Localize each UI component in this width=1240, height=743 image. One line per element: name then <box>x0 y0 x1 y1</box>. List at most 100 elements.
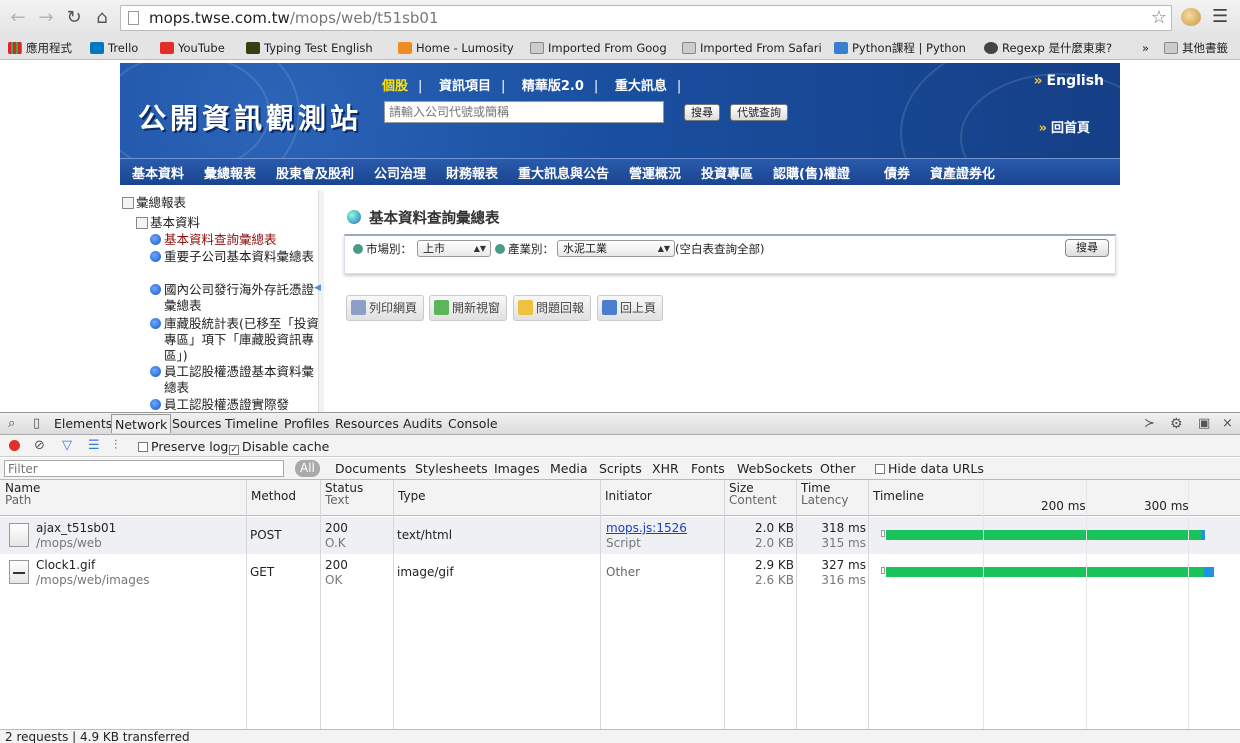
type-filter-media[interactable]: Media <box>550 461 588 476</box>
bookmarks-overflow[interactable]: » <box>1142 39 1149 57</box>
filter-icon[interactable]: ▽ <box>62 438 72 453</box>
top-link-info[interactable]: 資訊項目 <box>439 79 491 94</box>
collapse-arrow-icon[interactable]: ◀ <box>314 283 321 293</box>
column-type[interactable]: Type <box>398 490 426 502</box>
tab-resources[interactable]: Resources <box>335 416 399 431</box>
list-view-icon[interactable]: ☰ <box>88 438 100 453</box>
table-row[interactable]: ajax_t51sb01/mops/web POST 200 O.K text/h… <box>0 517 1240 554</box>
record-icon[interactable] <box>9 440 20 451</box>
column-name[interactable]: Name Path <box>5 482 40 506</box>
clear-icon[interactable]: ⊘ <box>34 438 45 453</box>
column-divider[interactable] <box>868 480 869 729</box>
column-status[interactable]: Status Text <box>325 482 363 506</box>
column-divider[interactable] <box>246 480 247 729</box>
tree-group[interactable]: 基本資料 <box>136 212 200 231</box>
code-lookup-button[interactable]: 代號查詢 <box>730 104 788 121</box>
device-icon[interactable]: ▯ <box>33 416 40 431</box>
type-filter-fonts[interactable]: Fonts <box>691 461 725 476</box>
type-filter-all[interactable]: All <box>295 460 320 477</box>
home-link[interactable]: » 回首頁 <box>1039 117 1090 136</box>
magnifier-icon[interactable]: ⌕ <box>8 416 15 431</box>
tab-console[interactable]: Console <box>448 416 498 431</box>
menu-item-basic[interactable]: 基本資料 <box>132 163 184 182</box>
tab-network[interactable]: Network <box>111 414 172 433</box>
english-link[interactable]: » English <box>1034 73 1105 89</box>
close-icon[interactable]: × <box>1222 416 1233 431</box>
column-divider[interactable] <box>393 480 394 729</box>
search-button[interactable]: 搜尋 <box>684 104 720 121</box>
tree-item[interactable]: 員工認股權憑證實際發 <box>150 397 320 412</box>
site-logo[interactable]: 公開資訊觀測站 <box>138 97 362 137</box>
bookmark-imported-safari[interactable]: Imported From Safari <box>682 39 822 57</box>
tab-sources[interactable]: Sources <box>172 416 221 431</box>
disable-cache-checkbox[interactable]: ✓ Disable cache <box>229 439 329 455</box>
dock-icon[interactable]: ▣ <box>1198 416 1210 431</box>
back-button[interactable]: 回上頁 <box>597 295 664 321</box>
menu-item-summary[interactable]: 彙總報表 <box>204 163 256 182</box>
type-filter-documents[interactable]: Documents <box>335 461 406 476</box>
filter-input[interactable] <box>4 460 284 477</box>
bookmark-youtube[interactable]: YouTube <box>160 39 225 57</box>
home-icon[interactable]: ⌂ <box>90 6 114 30</box>
column-size[interactable]: Size Content <box>729 482 777 506</box>
tree-item[interactable]: 重要子公司基本資料彙總表 <box>150 249 320 265</box>
tree-item[interactable]: 基本資料查詢彙總表 <box>150 232 320 248</box>
menu-item-announcements[interactable]: 重大訊息與公告 <box>518 163 609 182</box>
new-window-button[interactable]: 開新視窗 <box>429 295 508 321</box>
bookmark-other[interactable]: 其他書籤 <box>1164 39 1228 57</box>
industry-select[interactable]: 水泥工業 ▲▼ <box>557 240 675 257</box>
column-initiator[interactable]: Initiator <box>605 490 652 502</box>
tree-root[interactable]: 彙總報表 <box>122 192 186 211</box>
column-divider[interactable] <box>796 480 797 729</box>
tab-elements[interactable]: Elements <box>54 416 112 431</box>
bookmark-imported-google[interactable]: Imported From Goog <box>530 39 670 57</box>
preserve-log-checkbox[interactable]: Preserve log <box>138 439 228 454</box>
type-filter-websockets[interactable]: WebSockets <box>737 461 813 476</box>
company-search-input[interactable] <box>384 101 664 123</box>
bookmark-lumosity[interactable]: Home - Lumosity <box>398 39 514 57</box>
tree-item[interactable]: 員工認股權憑證基本資料彙總表 <box>150 364 320 396</box>
report-issue-button[interactable]: 問題回報 <box>513 295 592 321</box>
menu-item-governance[interactable]: 公司治理 <box>374 163 426 182</box>
column-time[interactable]: Time Latency <box>801 482 848 506</box>
top-link-stock[interactable]: 個股 <box>382 79 408 94</box>
back-arrow-icon[interactable]: ← <box>6 6 30 30</box>
request-name[interactable]: Clock1.gif/mops/web/images <box>36 558 149 588</box>
gear-icon[interactable]: ⚙ <box>1170 416 1183 432</box>
menu-item-securitization[interactable]: 資產證券化 <box>930 163 995 182</box>
tree-item[interactable]: 國內公司發行海外存託憑證彙總表 <box>150 282 320 314</box>
menu-item-shareholders[interactable]: 股東會及股利 <box>276 163 354 182</box>
menu-item-bonds[interactable]: 債券 <box>884 163 910 182</box>
bookmark-star-icon[interactable]: ☆ <box>1151 7 1167 28</box>
column-method[interactable]: Method <box>251 490 296 502</box>
type-filter-scripts[interactable]: Scripts <box>599 461 642 476</box>
type-filter-other[interactable]: Other <box>820 461 856 476</box>
bookmark-typing-test[interactable]: Typing Test English <box>246 39 373 57</box>
menu-item-financials[interactable]: 財務報表 <box>446 163 498 182</box>
type-filter-stylesheets[interactable]: Stylesheets <box>415 461 488 476</box>
table-row[interactable]: Clock1.gif/mops/web/images GET 200 OK ima… <box>0 554 1240 591</box>
bookmark-python[interactable]: Python課程 | Python <box>834 39 970 57</box>
market-select[interactable]: 上市 ▲▼ <box>417 240 491 257</box>
print-button[interactable]: 列印網頁 <box>346 295 425 321</box>
column-timeline[interactable]: Timeline <box>873 490 924 502</box>
hide-data-urls-checkbox[interactable]: Hide data URLs <box>875 461 984 476</box>
query-button[interactable]: 搜尋 <box>1065 239 1109 257</box>
request-initiator[interactable]: mops.js:1526 Script <box>606 521 687 551</box>
request-name[interactable]: ajax_t51sb01/mops/web <box>36 521 116 551</box>
type-filter-xhr[interactable]: XHR <box>652 461 679 476</box>
tree-scrollbar[interactable] <box>318 190 324 412</box>
reload-icon[interactable]: ↻ <box>62 6 86 30</box>
bookmark-regexp[interactable]: Regexp 是什麼東東? <box>984 39 1112 57</box>
address-bar[interactable]: mops.twse.com.tw/mops/web/t51sb01 ☆ <box>120 5 1172 31</box>
menu-item-investment[interactable]: 投資專區 <box>701 163 753 182</box>
bookmark-apps[interactable]: 應用程式 <box>8 39 72 57</box>
column-divider[interactable] <box>724 480 725 729</box>
top-link-premium[interactable]: 精華版2.0 <box>522 79 584 94</box>
menu-item-operations[interactable]: 營運概況 <box>629 163 681 182</box>
column-divider[interactable] <box>320 480 321 729</box>
column-divider[interactable] <box>600 480 601 729</box>
top-link-news[interactable]: 重大訊息 <box>615 79 667 94</box>
extension-icon[interactable] <box>1181 8 1201 26</box>
menu-item-warrants[interactable]: 認購(售)權證 <box>773 163 850 182</box>
